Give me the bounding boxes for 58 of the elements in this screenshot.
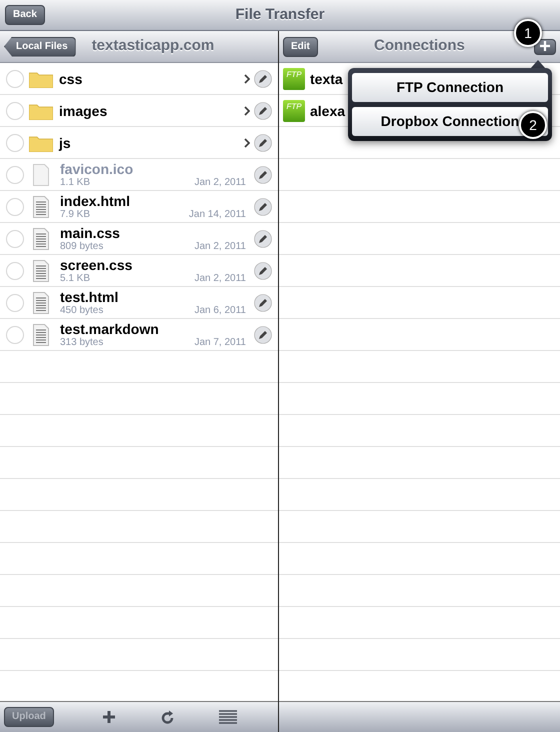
file-date: Jan 7, 2011 [194,337,246,348]
file-size: 809 bytes [60,241,104,252]
file-size: 313 bytes [60,337,104,348]
edit-button[interactable]: Edit [283,36,318,56]
file-size: 5.1 KB [60,273,90,284]
edit-icon[interactable] [254,230,272,248]
file-name: js [59,136,72,150]
edit-icon[interactable] [254,326,272,344]
file-name: main.css [60,226,121,241]
add-icon[interactable] [102,710,116,724]
connection-name: alexa [310,104,346,118]
plus-icon [540,40,550,51]
edit-icon[interactable] [254,262,272,280]
document-icon [33,324,49,346]
file-date: Jan 2, 2011 [194,273,246,284]
file-name: css [59,72,84,86]
edit-icon[interactable] [254,70,272,88]
folder-icon [29,70,53,88]
file-name: favicon.ico [60,162,134,177]
file-date: Jan 14, 2011 [188,209,246,220]
edit-icon[interactable] [254,102,272,120]
file-size: 7.9 KB [60,209,90,220]
ftp-icon: FTP [283,68,305,90]
document-icon [33,164,49,186]
file-name: test.html [60,290,120,305]
file-date: Jan 6, 2011 [194,305,246,316]
document-icon [33,228,49,250]
add-button[interactable] [534,38,556,54]
edit-icon[interactable] [254,166,272,184]
file-size: 450 bytes [60,305,104,316]
local-files-button[interactable]: Local Files [4,36,76,56]
connection-name: texta [310,72,343,86]
pane-title: Connections [374,36,465,56]
file-date: Jan 2, 2011 [194,177,246,188]
edit-icon[interactable] [254,134,272,152]
window-title: File Transfer [235,5,325,25]
list-icon[interactable] [218,710,237,724]
edit-icon[interactable] [254,294,272,312]
folder-icon [29,102,53,120]
menu-item[interactable]: FTP Connection [352,73,548,102]
file-size: 1.1 KB [60,177,90,188]
edit-icon[interactable] [254,198,272,216]
document-icon [33,260,49,282]
document-icon [33,196,49,218]
back-button[interactable]: Back [5,5,45,25]
ftp-icon: FTP [283,100,305,122]
chevron-icon [244,138,250,148]
pane-title: textasticapp.com [92,36,214,56]
chevron-icon [244,74,250,84]
file-name: images [59,104,108,118]
file-date: Jan 2, 2011 [194,241,246,252]
file-name: screen.css [60,258,134,273]
chevron-icon [244,106,250,116]
file-name: test.markdown [60,322,160,337]
document-icon [33,292,49,314]
refresh-icon[interactable] [160,710,175,724]
file-name: index.html [60,194,132,209]
folder-icon [29,134,53,152]
